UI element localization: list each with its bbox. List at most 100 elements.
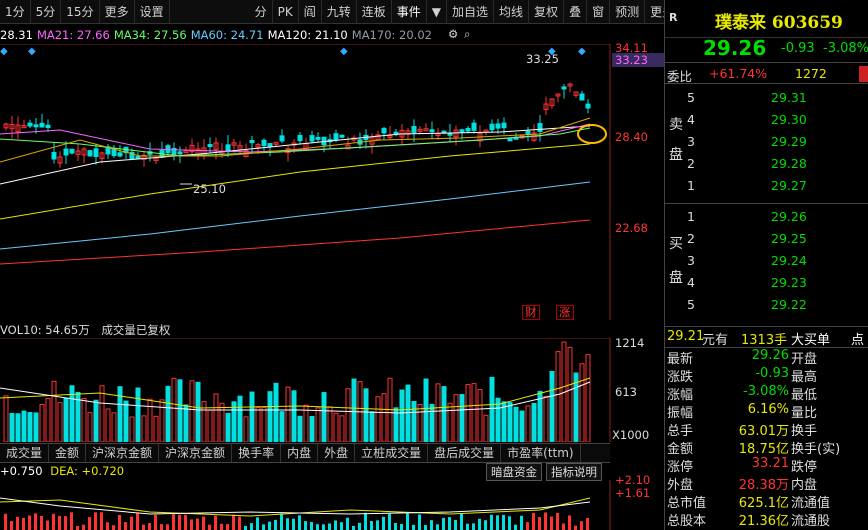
sell-side-label-1: 卖 xyxy=(669,117,683,133)
indicator-tab[interactable]: 外盘 xyxy=(318,444,356,462)
price-change: -0.93 xyxy=(781,41,815,56)
indicator-tab[interactable]: 沪深京金额 xyxy=(159,444,233,462)
indicator-tab[interactable]: 金额 xyxy=(49,444,87,462)
level-number: 5 xyxy=(687,90,695,105)
ma34-value: MA34: 27.56 xyxy=(113,28,187,42)
stat-label-2: 最高 xyxy=(791,370,818,385)
level-number: 3 xyxy=(687,253,695,268)
level-price: 29.28 xyxy=(771,156,807,171)
stat-value: 33.21 xyxy=(751,456,789,471)
toolbar-item[interactable]: 设置 xyxy=(135,0,170,24)
toolbar-item[interactable]: 分 xyxy=(250,0,273,24)
earnings-badge[interactable]: 财 xyxy=(522,305,540,320)
indicator-tab[interactable]: 内盘 xyxy=(281,444,319,462)
stat-row: 金额 18.75亿 换手(实) xyxy=(665,438,868,457)
stat-label: 涨幅 xyxy=(667,388,694,403)
level-price: 29.30 xyxy=(771,112,807,127)
stat-row: 总市值 625.1亿 流通值 xyxy=(665,492,868,511)
trade-price: 29.21 xyxy=(667,329,705,344)
toolbar-item[interactable]: 事件 xyxy=(392,0,427,24)
stat-label: 总股本 xyxy=(667,514,707,529)
trade-type: 大买单 xyxy=(791,333,831,348)
vol-axis-unit: X1000 xyxy=(612,428,650,442)
indicator-tab[interactable]: 沪深京金额 xyxy=(86,444,160,462)
limit-up-badge[interactable]: 涨 xyxy=(556,305,574,320)
stat-value: 18.75亿 xyxy=(738,442,789,457)
toolbar-item[interactable]: 叠 xyxy=(564,0,588,24)
buy-level-row[interactable]: 3 29.24 xyxy=(685,253,868,275)
indicator-tab[interactable]: 盘后成交量 xyxy=(428,444,502,462)
toolbar-item[interactable]: PK xyxy=(273,0,299,24)
period-toolbar: 1分 5分 15分 更多 设置分 PK 阎九转 连板 事件 ▼ 加自选 均线 复权叠窗预测 更多 xyxy=(0,0,681,24)
toolbar-item[interactable]: 加自选 xyxy=(447,0,495,24)
stat-label: 涨停 xyxy=(667,460,694,475)
indicator-help-button[interactable]: 指标说明 xyxy=(546,463,602,481)
toolbar-item[interactable]: 阎 xyxy=(299,0,322,24)
toolbar-item[interactable]: 预测 xyxy=(610,0,646,24)
level-price: 29.23 xyxy=(771,275,807,290)
toolbar-item[interactable]: 九转 xyxy=(322,0,357,24)
toolbar-item[interactable]: 1分 xyxy=(0,0,31,24)
svg-text:◆: ◆ xyxy=(0,46,8,57)
stock-name[interactable]: 璞泰来 603659 xyxy=(715,8,843,33)
macd-chart[interactable] xyxy=(0,480,664,530)
buy-level-row[interactable]: 1 29.26 xyxy=(685,209,868,231)
toolbar-item[interactable]: 5分 xyxy=(31,0,62,24)
sell-book: 卖 盘 5 29.31 4 29.30 3 29.29 2 29.28 1 29.27 xyxy=(665,86,868,204)
price-row: 29.26 -0.93 -3.08% xyxy=(665,36,868,60)
trade-unit: 元有 xyxy=(702,333,729,348)
stat-label-2: 换手 xyxy=(791,424,818,439)
stat-label: 振幅 xyxy=(667,406,694,421)
sell-level-row[interactable]: 3 29.29 xyxy=(685,134,868,156)
buy-side-label-1: 买 xyxy=(669,236,683,252)
toolbar-item[interactable]: 连板 xyxy=(357,0,392,24)
stat-label-2: 最低 xyxy=(791,388,818,403)
stat-label: 金额 xyxy=(667,442,694,457)
indicator-tab[interactable]: 成交量 xyxy=(0,444,50,462)
stat-label: 涨跌 xyxy=(667,370,694,385)
stat-value: 63.01万 xyxy=(738,424,789,439)
stat-label: 最新 xyxy=(667,352,694,367)
buy-level-row[interactable]: 4 29.23 xyxy=(685,275,868,297)
sell-level-row[interactable]: 5 29.31 xyxy=(685,90,868,112)
search-icon[interactable]: ⌕ xyxy=(464,27,470,42)
ma170-value: MA170: 20.02 xyxy=(351,28,432,42)
level-number: 1 xyxy=(687,178,695,193)
volume-header: VOL10: 54.65万 成交量已复权 xyxy=(0,322,170,338)
stat-label-2: 开盘 xyxy=(791,352,818,367)
settings-icon[interactable]: ⚙ xyxy=(448,27,458,41)
stat-row: 涨跌 -0.93 最高 xyxy=(665,366,868,385)
margin-badge: R xyxy=(669,11,678,24)
buy-level-row[interactable]: 5 29.22 xyxy=(685,297,868,319)
stat-row: 总股本 21.36亿 流通股 xyxy=(665,510,868,529)
macd-axis-2: +1.61 xyxy=(615,486,651,500)
indicator-tabs: 成交量 金额 沪深京金额 沪深京金额 换手率 内盘 外盘 立桩成交量 盘后成交量 市盈率(ttm) xyxy=(0,443,610,463)
stat-value: 21.36亿 xyxy=(738,514,789,529)
sell-level-row[interactable]: 2 29.28 xyxy=(685,156,868,178)
price-change-pct: -3.08% xyxy=(823,41,868,56)
level-number: 4 xyxy=(687,275,695,290)
sell-level-row[interactable]: 4 29.30 xyxy=(685,112,868,134)
level-price: 29.22 xyxy=(771,297,807,312)
level-price: 29.29 xyxy=(771,134,807,149)
level-number: 2 xyxy=(687,231,695,246)
indicator-tab[interactable]: 立桩成交量 xyxy=(355,444,429,462)
volume-chart[interactable] xyxy=(0,338,664,442)
toolbar-item[interactable]: 更多 xyxy=(100,0,135,24)
dark-pool-button[interactable]: 暗盘资金 xyxy=(486,463,542,481)
indicator-tab[interactable]: 市盈率(ttm) xyxy=(501,444,581,462)
stat-row: 振幅 6.16% 量比 xyxy=(665,402,868,421)
indicator-tab[interactable]: 换手率 xyxy=(232,444,282,462)
kline-chart[interactable]: ◆ ◆ ◆ ◆◆ xyxy=(0,44,664,320)
toolbar-item[interactable]: 均线 xyxy=(494,0,530,24)
buy-level-row[interactable]: 2 29.25 xyxy=(685,231,868,253)
toolbar-item[interactable]: 复权 xyxy=(529,0,565,24)
big-trade-row[interactable]: 29.21 元有 1313手 大买单 点 xyxy=(665,326,868,348)
toolbar-item[interactable]: ▼ xyxy=(427,0,448,24)
toolbar-item[interactable]: 窗 xyxy=(587,0,611,24)
sell-level-row[interactable]: 1 29.27 xyxy=(685,178,868,200)
stat-value: 29.26 xyxy=(751,348,789,363)
stat-row: 外盘 28.38万 内盘 xyxy=(665,474,868,493)
stat-label-2: 换手(实) xyxy=(791,442,841,457)
toolbar-item[interactable]: 15分 xyxy=(61,0,100,24)
